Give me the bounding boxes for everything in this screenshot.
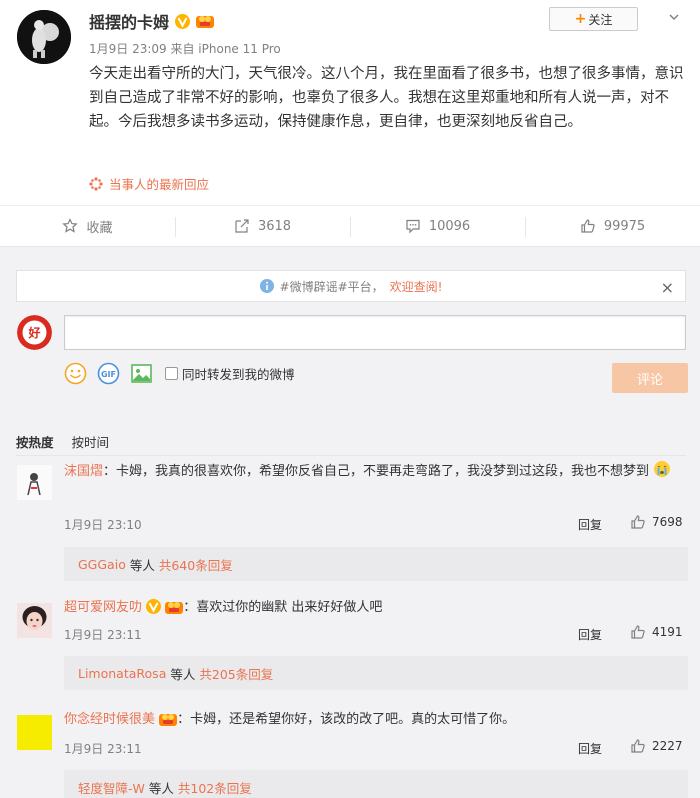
info-icon [259, 279, 274, 293]
gif-icon[interactable]: GIF [97, 362, 120, 385]
weibo-post: 摇摆的卡姆 1月9日 23:09 来自 iPhone 11 Pro + 关注 今… [0, 0, 700, 205]
comment-body: ：卡姆，我真的很喜欢你，希望你反省自己，不要再走弯路了，我没梦到过这段，我也不想… [103, 464, 650, 479]
verified-v-icon [175, 13, 191, 29]
commenter-avatar[interactable] [17, 715, 52, 750]
sub-replies-link[interactable]: GGGaio 等人 共640条回复 [64, 547, 688, 581]
comment-like-count: 4191 [652, 625, 683, 639]
comment-section: #微博辟谣#平台， 欢迎查阅! × 好 GIF 同时转发到我的微博 评论 按热度… [0, 247, 700, 798]
comment-time: 1月9日 23:11 [64, 742, 142, 756]
comment-time: 1月9日 23:10 [64, 518, 142, 532]
fan-badge-icon [196, 16, 215, 28]
spark-icon [89, 176, 103, 191]
plus-icon: + [574, 11, 587, 27]
reply-button[interactable]: 回复 [578, 626, 602, 643]
commenter-avatar[interactable] [17, 603, 52, 638]
comment-text: 你念经时候很美 ：卡姆，还是希望你好，该改的改了吧。真的太可惜了你。 [64, 708, 684, 732]
follow-label: 关注 [588, 12, 613, 27]
comment-time: 1月9日 23:11 [64, 628, 142, 642]
comment-text: 超可爱网友叻 ：喜欢过你的幽默 出来好好做人吧 [64, 596, 684, 620]
fan-badge-icon [159, 714, 178, 726]
sub-reply-count: 共640条回复 [158, 557, 233, 573]
my-avatar: 好 [17, 315, 52, 350]
commenter-avatar[interactable] [17, 465, 52, 500]
rumor-link[interactable]: 欢迎查阅! [390, 278, 443, 295]
rumor-notice: #微博辟谣#平台， 欢迎查阅! × [16, 270, 686, 302]
close-icon[interactable]: × [661, 278, 674, 297]
comment-like-count: 2227 [652, 739, 683, 753]
comment-body: ：喜欢过你的幽默 出来好好做人吧 [183, 600, 383, 615]
author-avatar[interactable] [17, 10, 71, 64]
sync-repost-label: 同时转发到我的微博 [182, 367, 295, 382]
crying-emoji-icon [654, 461, 671, 477]
latest-response-link[interactable]: 当事人的最新回应 [89, 174, 209, 193]
like-icon [631, 739, 645, 753]
image-icon[interactable] [130, 362, 153, 385]
sort-tabs: 按热度 按时间 [16, 432, 109, 451]
sub-reply-count: 共102条回复 [177, 780, 252, 796]
post-body: 今天走出看守所的大门，天气很冷。这八个月，我在里面看了很多书，也想了很多事情，意… [89, 66, 684, 130]
sync-repost-checkbox[interactable] [165, 367, 178, 380]
share-icon [235, 219, 249, 233]
verified-v-icon [146, 599, 162, 614]
divider [16, 455, 686, 456]
favorite-label: 收藏 [86, 220, 113, 236]
comment-icon [406, 219, 420, 234]
sync-repost-option[interactable]: 同时转发到我的微博 [165, 364, 295, 383]
sub-reply-user: 轻度智障-W [78, 780, 145, 796]
sub-reply-mid: 等人 [129, 557, 155, 573]
reply-button[interactable]: 回复 [578, 516, 602, 533]
sub-reply-user: GGGaio [78, 556, 126, 572]
sub-reply-mid: 等人 [148, 780, 174, 796]
chevron-down-icon[interactable] [667, 10, 681, 24]
sub-replies-link[interactable]: 轻度智障-W 等人 共102条回复 [64, 770, 688, 798]
sub-reply-count: 共205条回复 [199, 666, 274, 682]
commenter-name[interactable]: 你念经时候很美 [64, 712, 155, 727]
comment-count: 10096 [428, 218, 471, 234]
composer-tools: GIF 同时转发到我的微博 [64, 362, 295, 385]
like-count: 99975 [603, 218, 646, 234]
svg-text:GIF: GIF [101, 370, 116, 379]
comment-body: ：卡姆，还是希望你好，该改的改了吧。真的太可惜了你。 [177, 712, 516, 727]
comment-text: 沫国熠：卡姆，我真的很喜欢你，希望你反省自己，不要再走弯路了，我没梦到过这段，我… [64, 460, 684, 484]
submit-comment-button[interactable]: 评论 [612, 363, 688, 393]
emoji-icon[interactable] [64, 362, 87, 385]
action-bar: 收藏 3618 10096 99975 [0, 205, 700, 247]
svg-text:好: 好 [27, 325, 40, 340]
comment-input[interactable] [64, 315, 686, 350]
commenter-name[interactable]: 超可爱网友叻 [64, 600, 142, 615]
share-count: 3618 [257, 218, 292, 234]
share-button[interactable]: 3618 [175, 206, 350, 246]
reply-button[interactable]: 回复 [578, 740, 602, 757]
author-name[interactable]: 摇摆的卡姆 [89, 9, 169, 33]
fan-badge-icon [165, 602, 184, 614]
sub-replies-link[interactable]: LimonataRosa 等人 共205条回复 [64, 656, 688, 690]
like-icon [631, 515, 645, 529]
like-icon [581, 219, 595, 233]
like-icon [631, 625, 645, 639]
comment-like-button[interactable]: 4191 [630, 624, 683, 640]
post-meta: 1月9日 23:09 来自 iPhone 11 Pro [89, 42, 281, 56]
comment-like-count: 7698 [652, 515, 683, 529]
sub-reply-mid: 等人 [170, 666, 196, 682]
rumor-text: #微博辟谣#平台， [279, 279, 384, 294]
comment-like-button[interactable]: 2227 [630, 738, 683, 754]
like-button[interactable]: 99975 [525, 206, 700, 246]
favorite-button[interactable]: 收藏 [0, 206, 175, 246]
author-name-row: 摇摆的卡姆 [89, 9, 215, 33]
tab-time[interactable]: 按时间 [72, 432, 110, 451]
comment-button[interactable]: 10096 [350, 206, 525, 246]
latest-response-label: 当事人的最新回应 [109, 177, 210, 192]
follow-button[interactable]: + 关注 [549, 7, 638, 31]
comment-like-button[interactable]: 7698 [630, 514, 683, 530]
tab-hot[interactable]: 按热度 [16, 432, 54, 451]
star-icon [62, 218, 79, 233]
sub-reply-user: LimonataRosa [78, 665, 167, 681]
commenter-name[interactable]: 沫国熠 [64, 464, 103, 479]
